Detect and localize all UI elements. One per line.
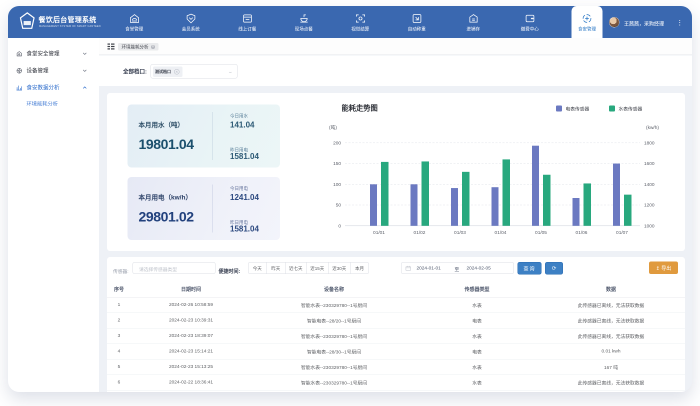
svg-text:150: 150 (333, 161, 341, 167)
svg-text:50: 50 (336, 203, 342, 209)
svg-text:100: 100 (333, 182, 341, 188)
svg-text:01/01: 01/01 (373, 230, 385, 236)
svg-text:01/04: 01/04 (495, 230, 507, 236)
svg-text:1400: 1400 (644, 182, 655, 188)
svg-text:01/06: 01/06 (576, 230, 588, 236)
svg-text:01/07: 01/07 (616, 230, 628, 236)
svg-text:01/05: 01/05 (535, 230, 547, 236)
svg-text:(kw/h): (kw/h) (646, 125, 659, 131)
svg-text:1600: 1600 (644, 161, 655, 167)
svg-text:01/02: 01/02 (414, 230, 426, 236)
svg-text:(吨): (吨) (329, 124, 337, 131)
svg-text:0: 0 (338, 223, 341, 229)
svg-text:1000: 1000 (644, 223, 655, 229)
svg-text:01/03: 01/03 (454, 230, 466, 236)
svg-text:1800: 1800 (644, 140, 655, 146)
svg-text:200: 200 (333, 140, 341, 146)
svg-text:1200: 1200 (644, 203, 655, 209)
